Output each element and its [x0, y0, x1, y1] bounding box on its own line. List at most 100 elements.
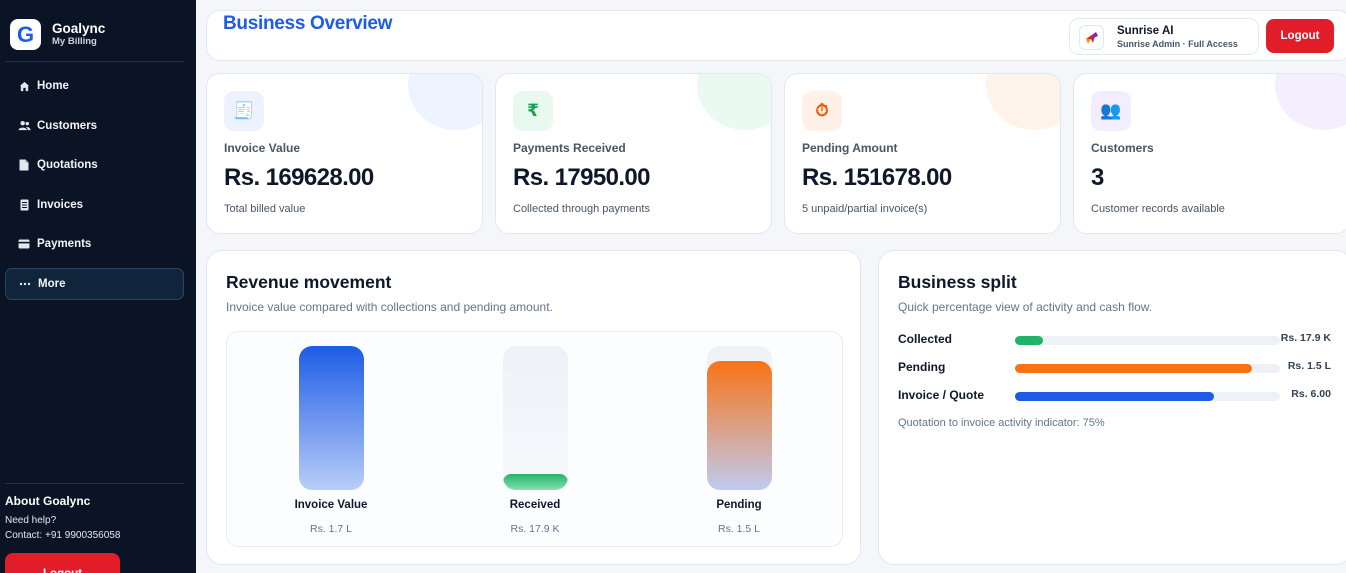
sidebar-item-payments[interactable]: Payments	[5, 228, 184, 260]
users-icon: 👥	[1091, 91, 1131, 131]
split-track	[1015, 392, 1280, 401]
decorative-blob	[986, 74, 1060, 130]
bar-track	[298, 346, 364, 490]
sidebar-divider	[5, 483, 184, 484]
sunrise-logo-icon	[1079, 25, 1104, 50]
card-icon	[17, 237, 31, 251]
revenue-bar-chart: Invoice Value Rs. 1.7 L Received Rs. 17.9 K…	[226, 331, 843, 547]
contact-text: Contact: +91 9900356058	[5, 530, 121, 541]
bar-track	[706, 346, 772, 490]
revenue-movement-card: Revenue movement Invoice value compared …	[206, 250, 861, 565]
about-title: About Goalync	[5, 494, 91, 508]
rupee-icon: ₹	[513, 91, 553, 131]
user-role: Sunrise Admin · Full Access	[1117, 39, 1238, 49]
stat-card: ⏱ Pending Amount Rs. 151678.00 5 unpaid/par…	[784, 73, 1061, 234]
bar-group: Received Rs. 17.9 K	[455, 332, 615, 548]
stat-note: Total billed value	[224, 203, 306, 215]
stat-value: Rs. 151678.00	[802, 164, 952, 191]
split-fill	[1015, 364, 1252, 373]
brand-name: Goalync	[52, 21, 106, 36]
stat-value: Rs. 17950.00	[513, 164, 651, 191]
split-label: Collected	[898, 332, 953, 346]
bar-track	[502, 346, 568, 490]
stopwatch-icon: ⏱	[802, 91, 842, 131]
bar-label: Pending	[716, 499, 762, 511]
split-title: Business split	[898, 272, 1017, 292]
business-split-card: Business split Quick percentage view of …	[878, 250, 1346, 565]
split-footnote: Quotation to invoice activity indicator:…	[898, 417, 1105, 429]
revenue-subtitle: Invoice value compared with collections …	[226, 300, 553, 314]
stat-label: Payments Received	[513, 141, 626, 155]
decorative-blob	[1275, 74, 1346, 130]
bar-fill	[298, 346, 364, 490]
bar-group: Invoice Value Rs. 1.7 L	[251, 332, 411, 548]
split-subtitle: Quick percentage view of activity and ca…	[898, 300, 1153, 314]
split-row: Pending Rs. 1.5 L	[898, 357, 1338, 377]
page-title: Business Overview	[223, 13, 393, 34]
sidebar-divider	[5, 61, 184, 62]
decorative-blob	[408, 74, 482, 130]
stat-note: Customer records available	[1091, 203, 1225, 215]
sidebar-item-label: Quotations	[37, 159, 98, 171]
about-section: About Goalync Need help? Contact: +91 99…	[5, 494, 120, 543]
stat-label: Customers	[1091, 141, 1154, 155]
bar-value: Rs. 1.5 L	[717, 523, 761, 535]
split-row: Collected Rs. 17.9 K	[898, 329, 1338, 349]
revenue-title: Revenue movement	[226, 272, 392, 292]
split-value: Rs. 17.9 K	[1280, 332, 1331, 344]
stat-value: Rs. 169628.00	[224, 164, 374, 191]
sidebar-nav: Home Customers Quotations Invoices Payme…	[5, 70, 184, 307]
user-name: Sunrise AI	[1117, 25, 1174, 37]
sidebar: G Goalync My Billing Home Customers Quot…	[0, 0, 196, 573]
invoice-icon: 🧾	[224, 91, 264, 131]
sidebar-logout-button[interactable]: Logout	[5, 553, 120, 573]
split-fill	[1015, 392, 1214, 401]
sidebar-item-quotations[interactable]: Quotations	[5, 149, 184, 181]
stat-note: Collected through payments	[513, 203, 650, 215]
sidebar-item-invoices[interactable]: Invoices	[5, 189, 184, 221]
home-icon	[17, 79, 31, 93]
help-text: Need help?	[5, 515, 57, 526]
sidebar-item-label: Payments	[37, 238, 92, 250]
sidebar-item-label: More	[38, 277, 66, 290]
sidebar-item-label: Home	[37, 80, 69, 92]
split-value: Rs. 6.00	[1291, 388, 1331, 400]
header-logout-button[interactable]: Logout	[1266, 19, 1334, 53]
stat-note: 5 unpaid/partial invoice(s)	[802, 203, 928, 215]
sidebar-item-label: Invoices	[37, 198, 84, 211]
bar-label: Received	[509, 499, 561, 511]
split-value: Rs. 1.5 L	[1287, 360, 1331, 372]
stat-card: ₹ Payments Received Rs. 17950.00 Collected …	[495, 73, 772, 234]
bar-value: Rs. 1.7 L	[309, 523, 353, 535]
stat-label: Pending Amount	[802, 141, 898, 155]
split-label: Pending	[898, 360, 946, 374]
split-row: Invoice / Quote Rs. 6.00	[898, 385, 1338, 405]
bar-fill	[502, 474, 568, 490]
dots-icon	[18, 277, 32, 291]
split-track	[1015, 336, 1280, 345]
stat-card: 🧾 Invoice Value Rs. 169628.00 Total billed …	[206, 73, 483, 234]
split-fill	[1015, 336, 1043, 345]
decorative-blob	[697, 74, 771, 130]
bar-group: Pending Rs. 1.5 L	[659, 332, 819, 548]
goalync-logo: G	[10, 19, 41, 50]
document-icon	[17, 158, 31, 172]
receipt-icon	[17, 198, 31, 212]
brand[interactable]: G Goalync My Billing	[10, 19, 105, 50]
sidebar-item-customers[interactable]: Customers	[5, 110, 184, 142]
stat-card: 👥 Customers 3 Customer records available	[1073, 73, 1346, 234]
sidebar-item-label: Customers	[37, 119, 98, 132]
sidebar-item-home[interactable]: Home	[5, 70, 184, 102]
user-profile-chip[interactable]: Sunrise AI Sunrise Admin · Full Access	[1069, 18, 1259, 55]
split-label: Invoice / Quote	[898, 388, 985, 402]
stat-value: 3	[1091, 164, 1104, 191]
bar-fill	[706, 361, 772, 490]
bar-label: Invoice Value	[294, 499, 368, 511]
users-icon	[17, 119, 31, 133]
brand-subtitle: My Billing	[52, 36, 97, 47]
bar-value: Rs. 17.9 K	[510, 523, 560, 535]
stat-label: Invoice Value	[224, 141, 301, 155]
split-track	[1015, 364, 1280, 373]
sidebar-item-more[interactable]: More	[5, 267, 184, 300]
top-header: Business Overview Sunrise AI Sunrise Adm…	[206, 10, 1346, 61]
